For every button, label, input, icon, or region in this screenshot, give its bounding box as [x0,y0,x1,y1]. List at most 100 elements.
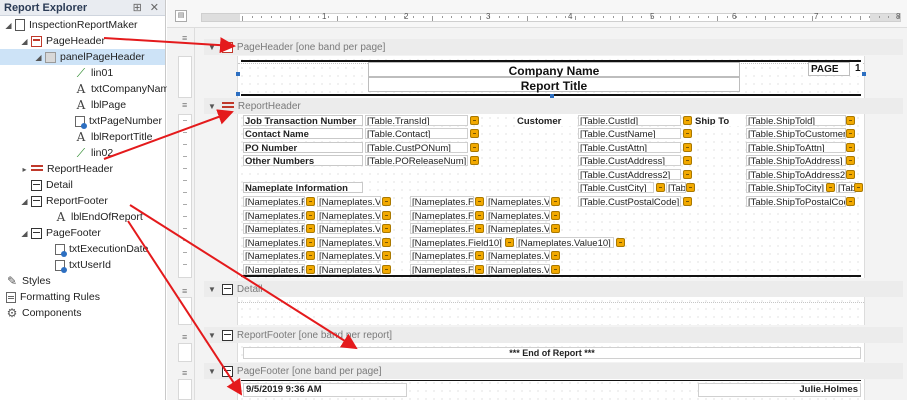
collapse-arrow-icon[interactable]: ◢ [20,197,29,206]
tree-item-detail[interactable]: Detail [20,177,73,193]
collapse-arrow-icon[interactable]: ▼ [208,43,216,52]
nameplate-field[interactable]: [Nameplates.Field10] [410,236,502,248]
close-icon[interactable]: ✕ [150,1,159,14]
band-header-report-footer[interactable]: ▼ ReportFooter [one band per report] [204,327,903,343]
report-header-band[interactable]: Job Transaction Number Contact Name PO Num… [237,114,865,278]
smart-tag-icon[interactable] [382,264,391,274]
field-po-release-num[interactable]: [Table.POReleaseNum] [365,155,468,166]
smart-tag-icon[interactable] [475,197,484,206]
band-size-grip-icon[interactable]: ≡ [182,286,187,296]
tree-item-txtuserid[interactable]: txtUserId [44,257,111,273]
nameplate-value[interactable]: [Nameplates.V [317,196,381,207]
smart-tag-icon[interactable] [475,224,484,233]
nameplate-value[interactable]: [Nameplates.V [486,223,550,234]
collapse-arrow-icon[interactable]: ▼ [208,367,216,376]
field-cust-attn[interactable]: [Table.CustAttn] [578,142,681,153]
report-footer-band[interactable]: *** End of Report *** [237,343,865,362]
collapse-arrow-icon[interactable]: ▼ [208,102,216,111]
page-number-field[interactable]: 1 [850,62,862,76]
label-po-number[interactable]: PO Number [243,142,363,153]
nameplate-value[interactable]: [Nameplates.V [486,196,550,207]
field-cust-name[interactable]: [Table.CustName] [578,128,681,139]
smart-tag-icon[interactable] [656,183,665,192]
nameplate-value[interactable]: [Nameplates.V [317,263,381,275]
field-cust-id[interactable]: [Table.CustId] [578,115,681,126]
smart-tag-icon[interactable] [854,183,863,192]
smart-tag-icon[interactable] [470,129,479,138]
tree-item-lblreporttitle[interactable]: AlblReportTitle [64,129,153,145]
smart-tag-icon[interactable] [683,156,692,165]
collapse-arrow-icon[interactable]: ◢ [34,53,43,62]
band-size-grip-icon[interactable]: ≡ [182,332,187,342]
tree-item-styles[interactable]: ✎ Styles [6,273,51,289]
tree-item-formatting rules[interactable]: Formatting Rules [6,289,100,305]
band-size-grip-icon[interactable]: ≡ [182,33,187,43]
tree-item-panelpageheader[interactable]: ◢ panelPageHeader [0,49,165,65]
label-nameplate-information[interactable]: Nameplate Information [243,182,363,193]
smart-tag-icon[interactable] [683,116,692,125]
end-of-report-label[interactable]: *** End of Report *** [243,347,861,359]
smart-tag-icon[interactable] [475,210,484,220]
smart-tag-icon[interactable] [382,237,391,247]
tree-item-lin01[interactable]: ⟋ lin01 [64,65,113,81]
tree-item-pagefooter[interactable]: ◢ PageFooter [20,225,100,241]
label-contact-name[interactable]: Contact Name [243,128,363,139]
band-size-grip-icon[interactable]: ≡ [182,368,187,378]
tree-item-lblendofreport[interactable]: AlblEndOfReport [44,209,143,225]
tree-item-lin02[interactable]: ⟋ lin02 [64,145,113,161]
smart-tag-icon[interactable] [846,197,855,206]
smart-tag-icon[interactable] [683,170,692,179]
tree-item-txtexecutiondate[interactable]: txtExecutionDate [44,241,148,257]
field-ship-to-state[interactable]: [Tab [836,182,856,193]
tree-item-reportheader[interactable]: ▸ ReportHeader [20,161,112,177]
band-header-page-footer[interactable]: ▼ PageFooter [one band per page] [204,363,903,379]
collapse-arrow-icon[interactable]: ▼ [208,331,216,340]
tree-item-lblpage[interactable]: AlblPage [64,97,126,113]
label-customer[interactable]: Customer [515,115,575,126]
smart-tag-icon[interactable] [846,170,855,179]
nameplate-field[interactable]: [Nameplates.F [243,236,305,248]
page-label-box[interactable]: PAGE [808,62,850,76]
nameplate-value[interactable]: [Nameplates.V [486,263,550,275]
smart-tag-icon[interactable] [683,143,692,152]
company-name-box[interactable]: Company Name [368,62,740,78]
smart-tag-icon[interactable] [306,197,315,206]
smart-tag-icon[interactable] [306,224,315,233]
nameplate-value[interactable]: [Nameplates.V [486,250,550,261]
page-footer-band[interactable]: 9/5/2019 9:36 AM Julie.Holmes [237,379,865,400]
field-contact[interactable]: [Table.Contact] [365,128,468,139]
smart-tag-icon[interactable] [475,251,484,260]
smart-tag-icon[interactable] [551,224,560,233]
nameplate-value[interactable]: [Nameplates.V [317,209,381,221]
nameplate-field[interactable]: [Nameplates.F [410,209,474,221]
smart-tag-icon[interactable] [306,237,315,247]
smart-tag-icon[interactable] [551,210,560,220]
smart-tag-icon[interactable] [475,264,484,274]
nameplate-field[interactable]: [Nameplates.F [410,223,474,234]
nameplate-field[interactable]: [Nameplates.F [243,223,305,234]
tree-item-pageheader[interactable]: ◢ PageHeader [20,33,105,49]
field-cust-state[interactable]: [Tab [666,182,686,193]
smart-tag-icon[interactable] [551,264,560,274]
nameplate-field[interactable]: [Nameplates.F [410,263,474,275]
field-ship-to-customer[interactable]: [Table.ShipToCustomer [746,128,846,139]
field-ship-to-attn[interactable]: [Table.ShipToAttn] [746,142,846,153]
ruler-corner-icon[interactable]: ▤ [175,10,187,22]
field-cust-address2[interactable]: [Table.CustAddress2] [578,169,681,180]
band-header-page-header[interactable]: ▼ PageHeader [one band per page] [204,39,903,55]
collapse-arrow-icon[interactable]: ◢ [20,229,29,238]
smart-tag-icon[interactable] [846,143,855,152]
nameplate-field[interactable]: [Nameplates.F [243,196,305,207]
pin-icon[interactable]: ⊞ [133,1,142,14]
smart-tag-icon[interactable] [683,129,692,138]
report-title-box[interactable]: Report Title [368,77,740,93]
smart-tag-icon[interactable] [382,210,391,220]
smart-tag-icon[interactable] [306,210,315,220]
smart-tag-icon[interactable] [846,156,855,165]
page-header-band[interactable]: Company Name Report Title PAGE 1 [236,56,866,98]
user-id-field[interactable]: Julie.Holmes [698,383,861,397]
field-cust-address[interactable]: [Table.CustAddress] [578,155,681,166]
smart-tag-icon[interactable] [551,251,560,260]
smart-tag-icon[interactable] [382,197,391,206]
nameplate-value[interactable]: [Nameplates.V [317,236,381,248]
